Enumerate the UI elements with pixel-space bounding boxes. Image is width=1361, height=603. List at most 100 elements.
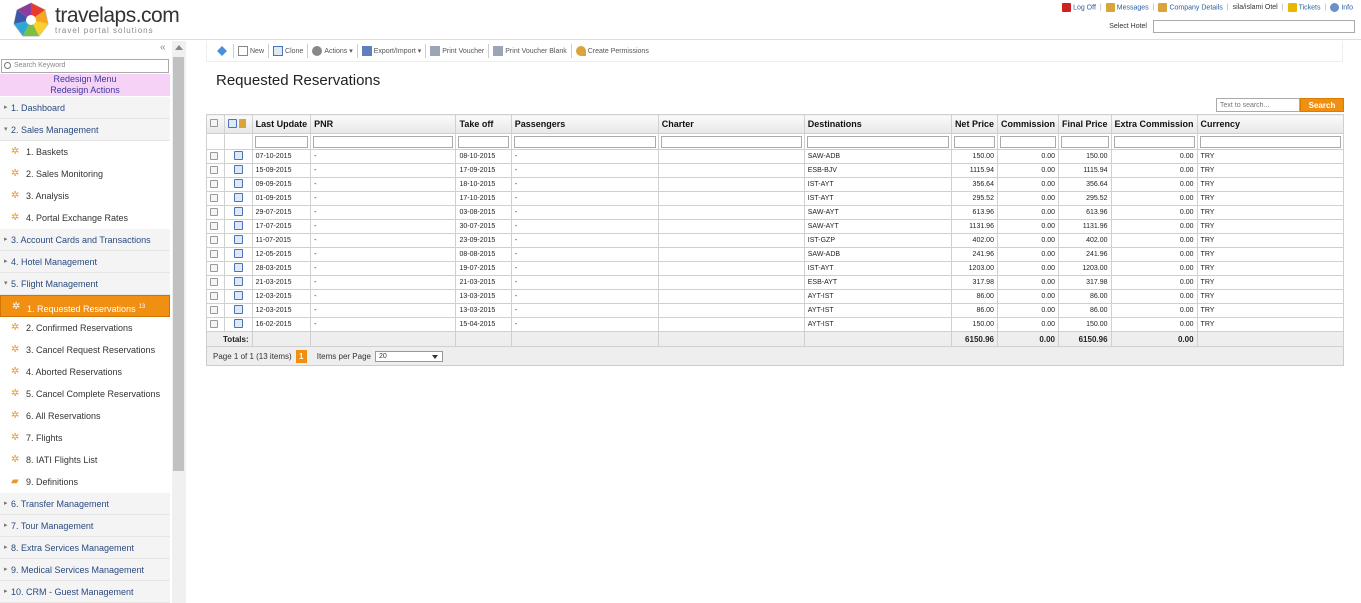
scroll-up-icon[interactable] [175,45,183,50]
edit-icon[interactable] [233,179,243,188]
sidebar-item-portal-exchange-rates[interactable]: ✲ 4. Portal Exchange Rates [0,207,170,229]
edit-icon[interactable] [233,165,243,174]
row-checkbox[interactable] [210,207,218,216]
row-checkbox[interactable] [210,319,218,328]
sidebar-item-transfer-management[interactable]: ▸ 6. Transfer Management [0,493,170,515]
column-header-final-price[interactable]: Final Price [1057,114,1112,134]
column-header-extra-commission[interactable]: Extra Commission [1110,114,1198,134]
grid-search-input[interactable] [1216,98,1300,112]
toolbar-home-button[interactable] [213,44,233,58]
actions-dropdown[interactable]: Actions ▾ [308,44,356,58]
table-row[interactable]: 09-09-2015-18-10-2015- IST-AYT 356.64 0.00 3… [206,177,1345,192]
table-row[interactable]: 12-05-2015-08-08-2015- SAW-ADB 241.96 0.00 2… [206,247,1345,262]
edit-icon[interactable] [233,319,243,328]
sidebar-item-tour-management[interactable]: ▸ 7. Tour Management [0,515,170,537]
column-header-destinations[interactable]: Destinations [803,114,952,134]
row-checkbox[interactable] [210,305,218,314]
clone-button[interactable]: Clone [269,44,307,58]
sidebar-scrollbar[interactable] [172,41,186,603]
edit-icon[interactable] [233,263,243,272]
table-row[interactable]: 28-03-2015-19-07-2015- IST-AYT 1203.00 0.00… [206,261,1345,276]
sidebar-item-aborted-reservations[interactable]: ✲ 4. Aborted Reservations [0,361,170,383]
edit-icon[interactable] [233,277,243,286]
sidebar-item-flights[interactable]: ✲ 7. Flights [0,427,170,449]
column-header-take-off[interactable]: Take off [455,114,512,134]
column-header-charter[interactable]: Charter [657,114,805,134]
filter-charter-input[interactable] [660,135,802,148]
column-header-last-update[interactable]: Last Update [251,114,312,134]
table-row[interactable]: 12-03-2015-13-03-2015- AYT-IST 86.00 0.00 86… [206,289,1345,304]
sidebar-item-flight-management[interactable]: ▾ 5. Flight Management [0,273,170,295]
column-header-pnr[interactable]: PNR [310,114,457,134]
column-header-commission[interactable]: Commission [996,114,1059,134]
tickets-link[interactable]: Tickets [1287,3,1320,12]
export-import-dropdown[interactable]: Export/Import ▾ [358,44,425,58]
table-row[interactable]: 12-03-2015-13-03-2015- AYT-IST 86.00 0.00 86… [206,303,1345,318]
scrollbar-thumb[interactable] [173,57,184,471]
edit-icon[interactable] [233,207,243,216]
edit-icon[interactable] [233,151,243,160]
filter-take-off-input[interactable] [458,135,509,148]
logoff-link[interactable]: Log Off [1062,3,1096,12]
sidebar-item-dashboard[interactable]: ▸ 1. Dashboard [0,97,170,119]
row-checkbox[interactable] [210,277,218,286]
row-checkbox[interactable] [210,165,218,174]
table-row[interactable]: 29-07-2015-03-08-2015- SAW-AYT 613.96 0.00 6… [206,205,1345,220]
row-checkbox[interactable] [210,151,218,160]
column-header-currency[interactable]: Currency [1196,114,1345,134]
filter-currency-input[interactable] [1199,135,1341,148]
sidebar-item-analysis[interactable]: ✲ 3. Analysis [0,185,170,207]
collapse-sidebar-icon[interactable]: « [160,42,166,53]
row-checkbox[interactable] [210,179,218,188]
key-header-icon[interactable] [238,118,246,128]
filter-pnr-input[interactable] [313,135,454,148]
column-header-passengers[interactable]: Passengers [510,114,659,134]
sidebar-item-cancel-request-reservations[interactable]: ✲ 3. Cancel Request Reservations [0,339,170,361]
items-per-page-select[interactable]: 20 [374,350,443,362]
table-row[interactable]: 07-10-2015-08-10-2015- SAW-ADB 150.00 0.00 1… [206,149,1345,164]
filter-last-update-input[interactable] [254,135,309,148]
search-button[interactable]: Search [1300,98,1344,112]
sidebar-item-hotel-management[interactable]: ▸ 4. Hotel Management [0,251,170,273]
edit-icon[interactable] [233,221,243,230]
sidebar-item-requested-reservations[interactable]: ✲ 1. Requested Reservations 13 [0,295,170,317]
filter-commission-input[interactable] [999,135,1056,148]
row-checkbox[interactable] [210,235,218,244]
sidebar-item-iati-flights-list[interactable]: ✲ 8. IATI Flights List [0,449,170,471]
redesign-menu-link[interactable]: Redesign Menu [0,74,170,85]
sidebar-item-definitions[interactable]: ▰ 9. Definitions [0,471,170,493]
edit-icon[interactable] [233,249,243,258]
edit-icon[interactable] [233,235,243,244]
table-row[interactable]: 11-07-2015-23-09-2015- IST-GZP 402.00 0.00 4… [206,233,1345,248]
table-row[interactable]: 16-02-2015-15-04-2015- AYT-IST 150.00 0.00 1… [206,317,1345,332]
current-hotel[interactable]: sila/islami Otel [1233,4,1278,11]
filter-net-price-input[interactable] [953,135,995,148]
sidebar-item-medical-services-management[interactable]: ▸ 9. Medical Services Management [0,559,170,581]
company-details-link[interactable]: Company Details [1158,3,1223,12]
sidebar-item-cancel-complete-reservations[interactable]: ✲ 5. Cancel Complete Reservations [0,383,170,405]
edit-icon[interactable] [233,291,243,300]
page-button-current[interactable]: 1 [295,349,307,363]
sidebar-item-crm-guest-management[interactable]: ▸ 10. CRM - Guest Management [0,581,170,603]
new-button[interactable]: New [234,44,268,58]
sidebar-item-all-reservations[interactable]: ✲ 6. All Reservations [0,405,170,427]
row-checkbox[interactable] [210,193,218,202]
select-hotel-input[interactable] [1153,20,1355,33]
row-checkbox[interactable] [210,263,218,272]
row-checkbox[interactable] [210,291,218,300]
column-header-net-price[interactable]: Net Price [950,114,998,134]
table-row[interactable]: 15-09-2015-17-09-2015- ESB-BJV 1115.94 0.00… [206,163,1345,178]
edit-header-icon[interactable] [227,118,237,128]
sidebar-item-confirmed-reservations[interactable]: ✲ 2. Confirmed Reservations [0,317,170,339]
print-voucher-blank-button[interactable]: Print Voucher Blank [489,44,570,58]
select-all-checkbox[interactable] [210,119,218,127]
travelaps-logo-icon[interactable] [12,2,50,38]
table-row[interactable]: 01-09-2015-17-10-2015- IST-AYT 295.52 0.00 2… [206,191,1345,206]
sidebar-item-extra-services-management[interactable]: ▸ 8. Extra Services Management [0,537,170,559]
filter-destinations-input[interactable] [806,135,949,148]
info-link[interactable]: Info [1330,3,1353,12]
filter-extra-commission-input[interactable] [1113,135,1195,148]
create-permissions-button[interactable]: Create Permissions [572,44,653,58]
sidebar-item-sales-management[interactable]: ▾ 2. Sales Management [0,119,170,141]
sidebar-search-input[interactable]: Search Keyword [1,59,169,73]
